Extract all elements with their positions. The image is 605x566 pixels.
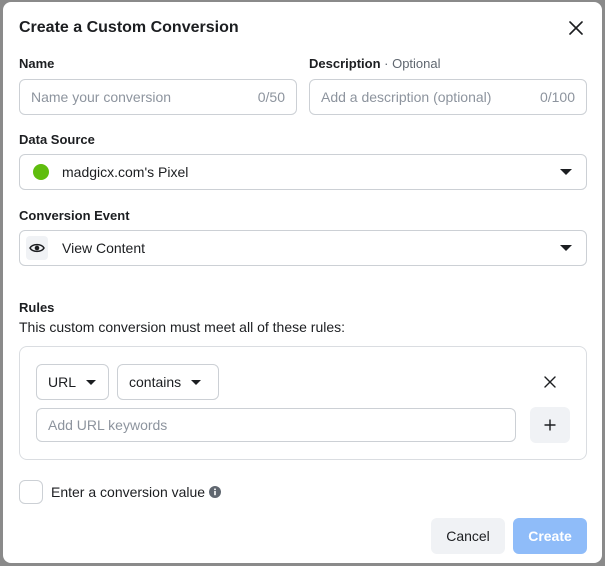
data-source-value: madgicx.com's Pixel	[62, 164, 189, 180]
chevron-down-icon	[560, 169, 572, 175]
remove-rule-button[interactable]	[538, 370, 562, 394]
url-keywords-input[interactable]	[37, 417, 515, 433]
rule-field-select[interactable]: URL	[36, 364, 109, 400]
description-char-counter: 0/100	[539, 89, 575, 105]
conversion-value-checkbox[interactable]	[19, 480, 43, 504]
chevron-down-icon	[86, 379, 97, 385]
chevron-down-icon	[560, 245, 572, 251]
name-input[interactable]	[20, 89, 258, 105]
url-keywords-wrapper	[36, 408, 516, 442]
conversion-value-label-row: Enter a conversion value	[51, 484, 222, 500]
close-icon	[569, 21, 583, 35]
dialog-title: Create a Custom Conversion	[19, 19, 239, 36]
rule-operator-value: contains	[129, 374, 182, 390]
chevron-down-icon	[191, 379, 202, 385]
conversion-event-label: Conversion Event	[19, 208, 130, 223]
rule-operator-select[interactable]: contains	[117, 364, 219, 400]
optional-suffix: · Optional	[384, 56, 441, 71]
data-source-select[interactable]: madgicx.com's Pixel	[19, 154, 587, 190]
rule-item: URL contains	[19, 346, 587, 460]
plus-icon	[544, 419, 556, 431]
conversion-value-label: Enter a conversion value	[51, 484, 206, 500]
rules-description: This custom conversion must meet all of …	[19, 319, 346, 335]
status-dot-icon	[33, 164, 49, 180]
rule-field-value: URL	[48, 374, 77, 390]
close-button[interactable]	[564, 16, 588, 40]
conversion-event-select[interactable]: View Content	[19, 230, 587, 266]
description-label-text: Description	[309, 56, 381, 71]
conversion-event-value: View Content	[62, 240, 146, 256]
add-keyword-button[interactable]	[530, 407, 570, 443]
name-label: Name	[19, 56, 55, 71]
description-input[interactable]	[310, 89, 540, 105]
close-icon	[544, 376, 556, 388]
name-input-wrapper: 0/50	[19, 79, 297, 115]
description-label: Description · Optional	[309, 56, 441, 71]
create-custom-conversion-dialog: Create a Custom Conversion Name 0/50 Des…	[3, 2, 602, 563]
description-input-wrapper: 0/100	[309, 79, 587, 115]
cancel-button[interactable]: Cancel	[431, 518, 505, 554]
data-source-label: Data Source	[19, 132, 95, 147]
name-char-counter: 0/50	[257, 89, 285, 105]
create-button[interactable]: Create	[513, 518, 587, 554]
eye-icon	[26, 236, 48, 260]
rules-label: Rules	[19, 300, 55, 315]
info-icon[interactable]	[209, 486, 222, 498]
